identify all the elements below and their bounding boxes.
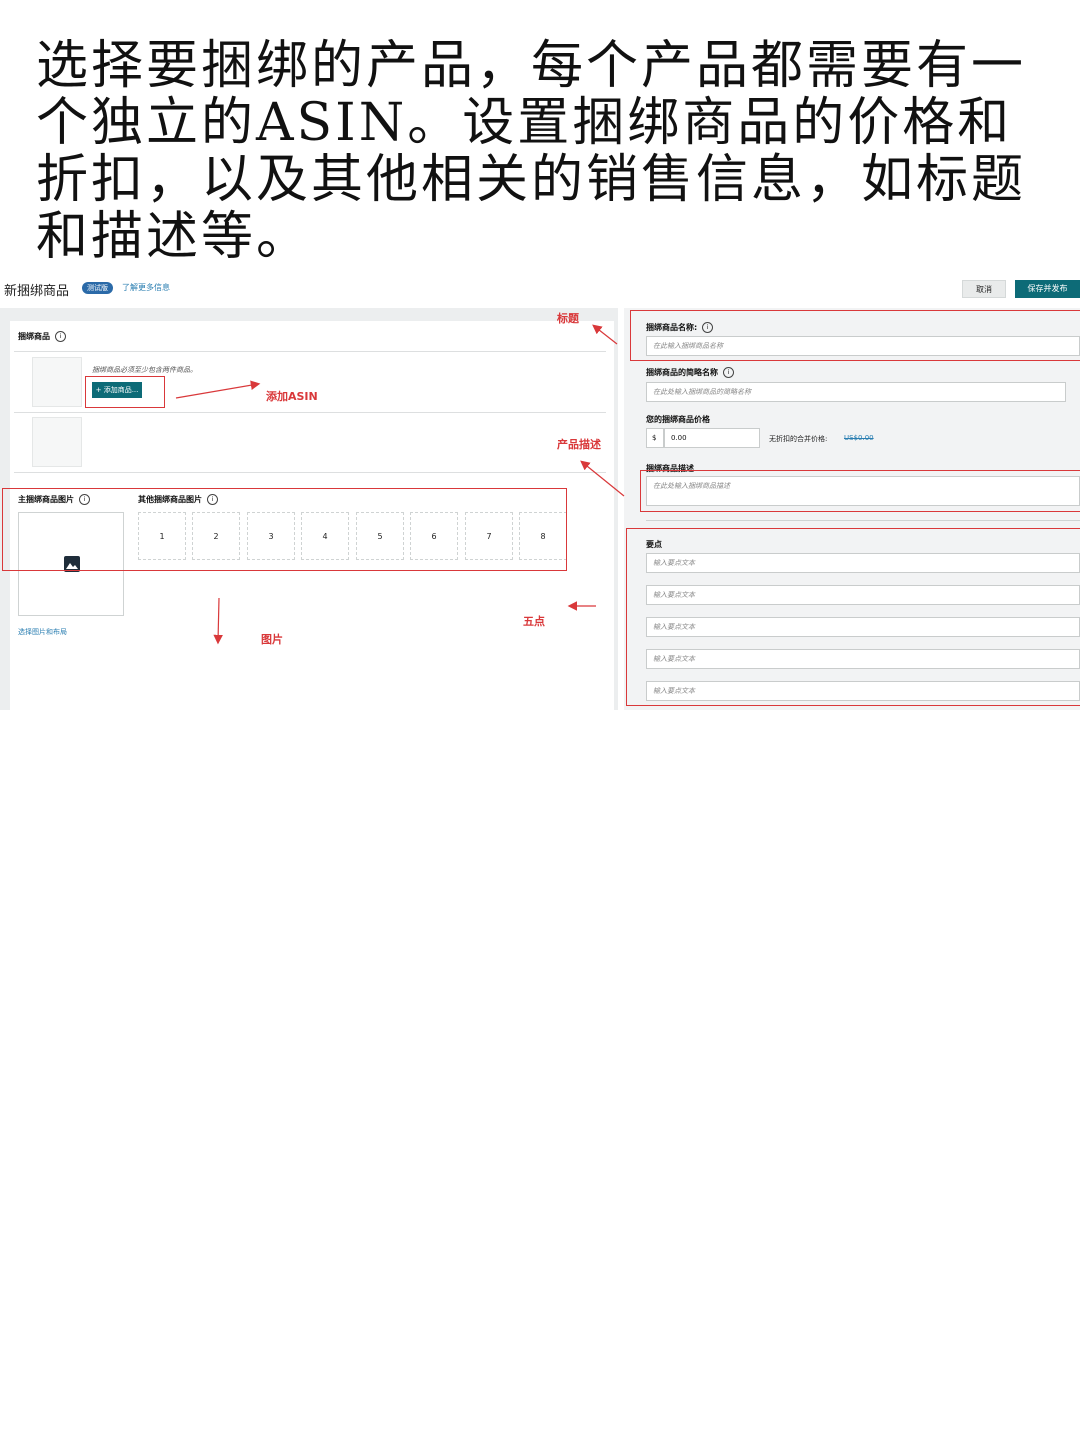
annotation-description: 产品描述 [557,438,601,451]
intro-text: 选择要捆绑的产品，每个产品都需要有一个独立的ASIN。设置捆绑商品的价格和折扣，… [36,36,1027,267]
annotation-arrows [175,324,625,645]
arrow-description [580,460,625,497]
annotation-five-points: 五点 [523,615,545,628]
annotation-title: 标题 [557,312,579,325]
annotation-add-asin: 添加ASIN [266,390,318,403]
annotation-images: 图片 [261,633,283,646]
arrow-title [592,324,618,345]
screenshot: 新捆绑商品 测试版 了解更多信息 取消 保存并发布 捆绑商品 i 捆绑商品必须至少… [0,270,1080,710]
arrow-add-asin [175,380,261,399]
arrow-images [213,597,223,645]
